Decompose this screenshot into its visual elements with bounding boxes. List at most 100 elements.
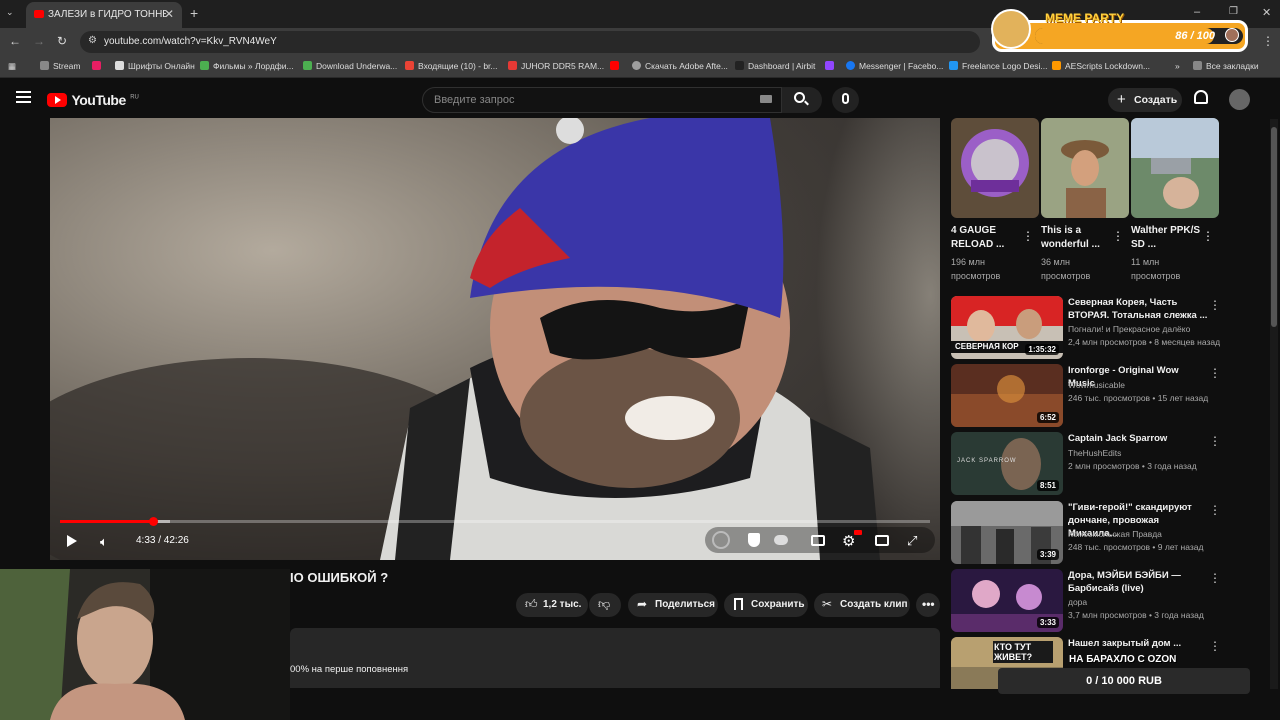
short-title[interactable]: 4 GAUGE RELOAD ... <box>951 224 1021 252</box>
reload-icon[interactable]: ↻ <box>57 34 67 48</box>
page-scrollbar[interactable] <box>1270 119 1278 689</box>
channel-name[interactable]: Комсомольская Правда <box>1068 529 1162 539</box>
recommendation-item[interactable]: СЕВЕРНАЯ КОР 1:35:32 Северная Корея, Час… <box>951 296 1271 360</box>
like-button[interactable]: 👍︎ 1,2 тыс. <box>516 593 588 617</box>
theater-mode-icon[interactable] <box>875 535 889 546</box>
youtube-logo[interactable]: YouTube RU <box>47 92 139 110</box>
bookmark-all[interactable]: Все закладки <box>1193 61 1259 71</box>
scrollbar-thumb[interactable] <box>1271 127 1277 327</box>
bookmark-gmail[interactable]: Входящие (10) - br... <box>405 61 498 71</box>
streamer-video <box>0 569 290 720</box>
youtube-logo-icon <box>47 93 67 107</box>
bookmark-youtube[interactable] <box>610 61 623 71</box>
close-window-button[interactable]: ✕ <box>1262 6 1271 19</box>
search-placeholder: Введите запрос <box>434 94 515 106</box>
bookmark-messenger[interactable]: Messenger | Facebo... <box>846 61 943 71</box>
browser-menu-icon[interactable]: ⋮ <box>1262 34 1274 48</box>
short-title[interactable]: This is a wonderful ... <box>1041 224 1111 252</box>
bookmark-download[interactable]: Download Underwa... <box>303 61 397 71</box>
address-bar[interactable]: ⚙ youtube.com/watch?v=Kkv_RVN4WeY <box>80 31 980 53</box>
bookmark-adobe[interactable]: Скачать Adobe Afte... <box>632 61 728 71</box>
bookmark-stream[interactable]: Stream <box>40 61 80 71</box>
search-input[interactable]: Введите запрос <box>422 87 782 113</box>
more-actions-button[interactable]: ••• <box>916 593 940 617</box>
shield-extension-icon[interactable] <box>712 531 730 549</box>
bookmark-aescripts[interactable]: AEScripts Lockdown... <box>1052 61 1150 71</box>
short-views: 196 млн просмотров <box>951 257 1001 281</box>
maximize-button[interactable]: ❐ <box>1229 6 1238 17</box>
short-thumbnail[interactable] <box>1131 118 1219 218</box>
more-options-icon[interactable]: ⋮ <box>1209 571 1221 585</box>
short-thumbnail[interactable] <box>951 118 1039 218</box>
site-info-icon[interactable]: ⚙ <box>88 35 97 46</box>
share-label: Поделиться <box>655 599 716 610</box>
apps-grid-icon[interactable]: ▦ <box>8 61 16 72</box>
video-meta: 248 тыс. просмотров • 9 лет назад <box>1068 542 1204 552</box>
bookmark-favicon-icon <box>115 61 124 70</box>
share-button[interactable]: ➦ Поделиться <box>628 593 718 617</box>
more-options-icon[interactable]: ⋮ <box>1209 434 1221 448</box>
video-duration: 3:33 <box>1036 617 1059 628</box>
channel-name[interactable]: Wowmusicable <box>1068 380 1125 390</box>
more-options-icon[interactable]: ⋮ <box>1209 298 1221 312</box>
more-options-icon[interactable]: ⋮ <box>1209 366 1221 380</box>
bookmark-twitch[interactable] <box>825 61 838 71</box>
video-thumbnail: 3:33 <box>951 569 1063 632</box>
recommendation-item[interactable]: 3:33 Дора, МЭЙБИ БЭЙБИ — Барбисайз (live… <box>951 569 1271 633</box>
video-title[interactable]: Captain Jack Sparrow <box>1068 432 1208 445</box>
bookmark-freelance[interactable]: Freelance Logo Desi... <box>949 61 1048 71</box>
more-options-icon[interactable]: ⋮ <box>1209 639 1221 653</box>
short-more-icon[interactable]: ⋮ <box>1022 229 1034 243</box>
play-icon[interactable] <box>67 535 77 547</box>
create-button[interactable]: + Создать <box>1108 88 1182 112</box>
video-title[interactable]: Северная Корея, Часть ВТОРАЯ. Тотальная … <box>1068 296 1208 322</box>
autoplay-shield-icon[interactable] <box>748 533 760 547</box>
keyboard-icon[interactable] <box>760 95 772 103</box>
account-avatar[interactable] <box>1229 89 1250 110</box>
tab-search-button[interactable]: ⌄ <box>6 7 14 18</box>
channel-name[interactable]: дора <box>1068 597 1087 607</box>
forward-arrow-icon[interactable]: → <box>33 34 45 48</box>
short-more-icon[interactable]: ⋮ <box>1202 229 1214 243</box>
video-thumbnail: JACK SPARROW 8:51 <box>951 432 1063 495</box>
bookmark-films[interactable]: Фильмы » Лордфи... <box>200 61 294 71</box>
short-more-icon[interactable]: ⋮ <box>1112 229 1124 243</box>
recommendation-item[interactable]: JACK SPARROW 8:51 Captain Jack Sparrow T… <box>951 432 1271 496</box>
channel-name[interactable]: Погнали! и Прекрасное далёко <box>1068 324 1190 334</box>
recommendation-item[interactable]: 6:52 Ironforge - Original Wow Music Wowm… <box>951 364 1271 428</box>
search-button[interactable] <box>782 87 822 113</box>
minimize-button[interactable]: – <box>1194 6 1200 18</box>
hamburger-menu-icon[interactable] <box>16 91 31 103</box>
subtitles-icon[interactable] <box>811 535 825 546</box>
scissors-icon: ✂ <box>822 597 833 611</box>
browser-tab-active[interactable]: ЗАЛЕЗИ в ГИДРО ТОННЕЛЬ ! З ✕ <box>26 2 182 28</box>
bookmark-airbit[interactable]: Dashboard | Airbit <box>735 61 815 71</box>
autoplay-toggle[interactable] <box>774 535 788 545</box>
bookmark-fonts[interactable]: Шрифты Онлайн <box>115 61 195 71</box>
more-options-icon[interactable]: ⋮ <box>1209 503 1221 517</box>
recommendation-item[interactable]: 3:39 "Гиви-герой!" скандируют дончане, п… <box>951 501 1271 565</box>
video-player[interactable]: 🔈︎ 4:33 / 42:26 ⚙ ⤢ <box>50 118 940 560</box>
description-box[interactable]: 00% на перше поповнення <box>290 628 940 688</box>
back-arrow-icon[interactable]: ← <box>9 34 21 48</box>
dislike-button[interactable]: 👎︎ <box>589 593 621 617</box>
scrubber-handle[interactable] <box>149 517 159 526</box>
short-title[interactable]: Walther PPK/S SD ... <box>1131 224 1201 252</box>
short-thumbnail[interactable] <box>1041 118 1129 218</box>
save-button[interactable]: Сохранить <box>724 593 808 617</box>
bookmark-ram[interactable]: JUHOR DDR5 RAM... <box>508 61 604 71</box>
bookmark-unnamed[interactable] <box>92 61 105 71</box>
notifications-bell-icon[interactable] <box>1194 90 1208 104</box>
fullscreen-icon[interactable]: ⤢ <box>907 533 917 549</box>
close-tab-icon[interactable]: ✕ <box>164 7 174 21</box>
youtube-icon <box>610 61 619 70</box>
voice-search-button[interactable] <box>832 87 859 113</box>
bookmarks-overflow-icon[interactable]: » <box>1175 61 1180 71</box>
volume-icon[interactable]: 🔈︎ <box>100 534 108 550</box>
new-tab-button[interactable]: + <box>190 5 198 21</box>
video-title[interactable]: Дора, МЭЙБИ БЭЙБИ — Барбисайз (live) <box>1068 569 1208 595</box>
progress-track[interactable] <box>60 517 930 526</box>
channel-name[interactable]: TheHushEdits <box>1068 448 1121 458</box>
video-title[interactable]: Нашел закрытый дом ... <box>1068 637 1208 650</box>
clip-button[interactable]: ✂ Создать клип <box>814 593 910 617</box>
